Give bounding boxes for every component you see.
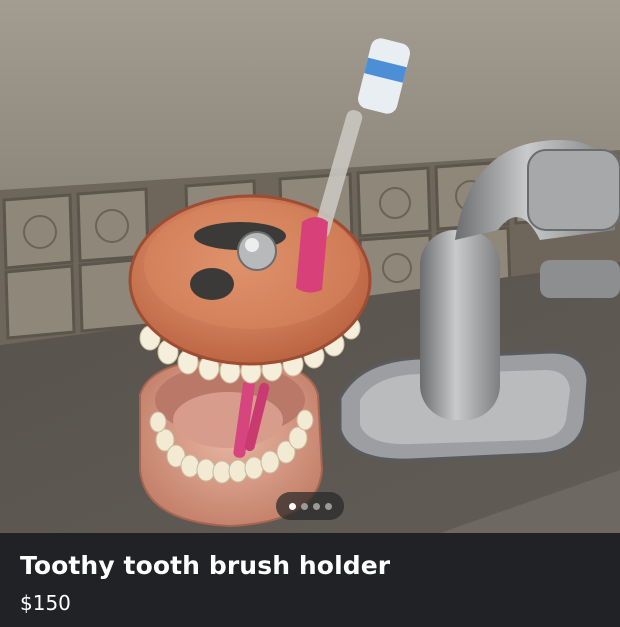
listing-info: Toothy tooth brush holder $150 — [0, 533, 620, 627]
listing-title: Toothy tooth brush holder — [20, 551, 391, 580]
pagination-dot-active[interactable] — [288, 502, 296, 510]
image-pagination[interactable] — [276, 492, 344, 520]
pagination-dot[interactable] — [324, 502, 332, 510]
listing-price: $150 — [20, 591, 71, 615]
listing-photo[interactable] — [0, 0, 620, 533]
pagination-dot[interactable] — [300, 502, 308, 510]
pagination-dot[interactable] — [312, 502, 320, 510]
marketplace-listing: Toothy tooth brush holder $150 — [0, 0, 620, 627]
